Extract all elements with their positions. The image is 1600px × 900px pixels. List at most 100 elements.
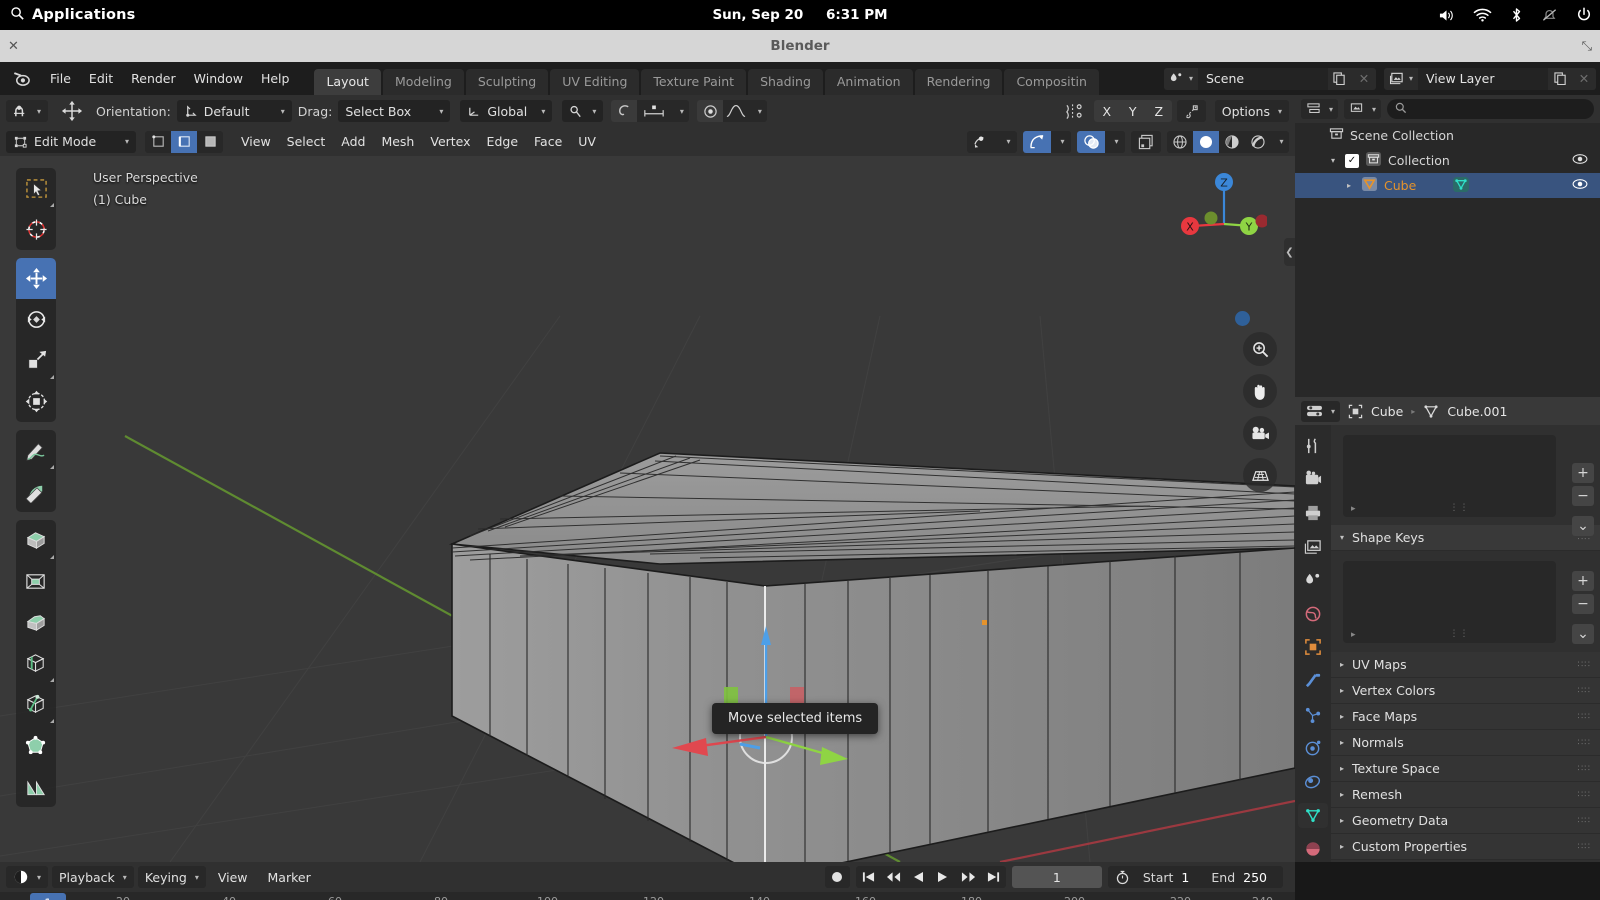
remove-view-layer-button[interactable]: ✕: [1572, 67, 1596, 90]
mirror-y-toggle[interactable]: Y: [1119, 100, 1146, 122]
viewport-menu-mesh[interactable]: Mesh: [373, 132, 422, 151]
list-grip-icon[interactable]: ⋮⋮: [1450, 503, 1470, 513]
scene-tab[interactable]: [1298, 567, 1328, 593]
rotate-tool[interactable]: [16, 299, 56, 340]
panel-grip-icon[interactable]: ∷∷: [1578, 738, 1591, 747]
workspace-tab-shading[interactable]: Shading: [748, 69, 823, 95]
toggle-perspective-icon[interactable]: [1243, 458, 1277, 492]
list-expand-icon[interactable]: ▸: [1351, 630, 1356, 640]
os-clock[interactable]: Sun, Sep 20 6:31 PM: [0, 7, 1600, 23]
panel-grip-icon[interactable]: ∷∷: [1578, 790, 1591, 799]
extrude-region-tool[interactable]: [16, 520, 56, 561]
auto-key-icon[interactable]: [1112, 870, 1133, 885]
disclosure-triangle-icon[interactable]: ▸: [1347, 181, 1351, 190]
material-preview-icon[interactable]: [1219, 131, 1245, 153]
volume-icon[interactable]: [1438, 8, 1455, 23]
loop-cut-tool[interactable]: [16, 643, 56, 684]
drag-dropdown[interactable]: Select Box ▾: [338, 100, 451, 122]
filter-icon[interactable]: ▾: [1344, 99, 1382, 119]
snap-to-icon[interactable]: [1023, 130, 1051, 153]
viewport-menu-add[interactable]: Add: [333, 132, 373, 151]
visibility-eye-icon[interactable]: [1572, 178, 1588, 193]
viewport-menu-edge[interactable]: Edge: [479, 132, 526, 151]
panel-grip-icon[interactable]: ∷∷: [1578, 686, 1591, 695]
select-box-tool[interactable]: [16, 168, 56, 209]
wireframe-shading-icon[interactable]: [1167, 131, 1193, 153]
disclosure-triangle-icon[interactable]: ▾: [1331, 156, 1335, 165]
shape-keys-listbox[interactable]: ▸ ⋮⋮: [1343, 561, 1556, 643]
pan-hand-icon[interactable]: [1243, 374, 1277, 408]
cursor-tool[interactable]: [16, 209, 56, 250]
timeline-editor-icon[interactable]: ▾: [6, 866, 49, 888]
constraints-tab[interactable]: [1298, 769, 1328, 795]
sidebar-expand-arrow[interactable]: ❮: [1284, 238, 1295, 266]
panel-normals[interactable]: ▸ Normals ∷∷: [1331, 730, 1600, 756]
particles-tab[interactable]: [1298, 702, 1328, 728]
chevron-down-icon[interactable]: ▾: [997, 131, 1017, 153]
camera-view-icon[interactable]: [1243, 416, 1277, 450]
menu-edit[interactable]: Edit: [80, 68, 122, 89]
power-icon[interactable]: [1576, 7, 1592, 23]
falloff-curve-icon[interactable]: [723, 100, 749, 122]
timeline-ruler[interactable]: 1 20 40 60 80 100 120 140 160 180 200 22…: [0, 892, 1295, 900]
mirror-x-toggle[interactable]: X: [1093, 100, 1120, 122]
list-grip-icon[interactable]: ⋮⋮: [1450, 629, 1470, 639]
window-maximize-button[interactable]: ⤡: [1582, 39, 1592, 54]
spin-tool[interactable]: [16, 766, 56, 807]
menu-file[interactable]: File: [41, 68, 80, 89]
vertex-select-icon[interactable]: [145, 131, 171, 153]
3d-viewport[interactable]: User Perspective (1) Cube Z X Y ❮ Move s…: [0, 156, 1295, 862]
snap-toggle-button[interactable]: ▾: [562, 100, 604, 122]
face-select-icon[interactable]: [197, 131, 223, 153]
view-layer-name-field[interactable]: View Layer: [1418, 67, 1548, 90]
proportional-edit-toggle[interactable]: [611, 100, 638, 122]
transform-gizmo-icon[interactable]: [54, 100, 90, 122]
navigation-gizmo[interactable]: Z X Y: [1181, 166, 1269, 268]
viewport-menu-select[interactable]: Select: [279, 132, 334, 151]
play-reverse-icon[interactable]: [906, 866, 931, 888]
vertex-group-specials-button[interactable]: ⌄: [1572, 516, 1594, 536]
chevron-down-icon[interactable]: ▾: [1105, 130, 1125, 153]
outliner-row-collection[interactable]: ▾ ✓ Collection: [1295, 148, 1600, 173]
list-expand-icon[interactable]: ▸: [1351, 504, 1356, 514]
outliner-row-scene-collection[interactable]: Scene Collection: [1295, 123, 1600, 148]
jump-start-icon[interactable]: [856, 866, 881, 888]
new-scene-button[interactable]: [1327, 67, 1352, 90]
add-shape-key-button[interactable]: +: [1572, 571, 1594, 591]
bevel-tool[interactable]: [16, 602, 56, 643]
object-tab[interactable]: [1298, 635, 1328, 661]
remove-shape-key-button[interactable]: −: [1572, 594, 1594, 614]
move-tool[interactable]: [16, 258, 56, 299]
mode-dropdown[interactable]: Edit Mode ▾: [6, 130, 136, 153]
panel-geometry-data[interactable]: ▸ Geometry Data ∷∷: [1331, 808, 1600, 834]
workspace-tab-uv-editing[interactable]: UV Editing: [550, 69, 640, 95]
rendered-shading-icon[interactable]: [1245, 131, 1271, 153]
render-tab[interactable]: [1298, 467, 1328, 493]
blender-logo-icon[interactable]: [12, 69, 31, 88]
edge-select-icon[interactable]: [171, 130, 197, 153]
workspace-tab-layout[interactable]: Layout: [314, 69, 381, 95]
physics-tab[interactable]: [1298, 735, 1328, 761]
viewport-menu-vertex[interactable]: Vertex: [422, 132, 478, 151]
wifi-icon[interactable]: [1473, 8, 1492, 22]
solid-shading-icon[interactable]: [1193, 130, 1219, 153]
workspace-tab-animation[interactable]: Animation: [824, 69, 913, 95]
annotate-tool[interactable]: [16, 430, 56, 471]
timeline-menu-keying[interactable]: Keying ▾: [137, 866, 206, 888]
panel-texture-space[interactable]: ▸ Texture Space ∷∷: [1331, 756, 1600, 782]
menu-help[interactable]: Help: [252, 68, 299, 89]
chevron-down-icon[interactable]: ▾: [1271, 131, 1289, 153]
vertex-groups-listbox[interactable]: ▸ ⋮⋮: [1343, 435, 1556, 517]
orientation-dropdown[interactable]: Default ▾: [176, 100, 292, 122]
data-tab[interactable]: [1298, 802, 1328, 829]
negative-z-gizmo-dot[interactable]: [1235, 311, 1250, 326]
output-tab[interactable]: [1298, 500, 1328, 526]
panel-grip-icon[interactable]: ∷∷: [1578, 764, 1591, 773]
unlink-scene-button[interactable]: ✕: [1351, 67, 1376, 90]
chevron-down-icon[interactable]: ▾: [671, 100, 689, 122]
timeline-menu-marker[interactable]: Marker: [260, 868, 319, 887]
viewport-menu-uv[interactable]: UV: [570, 132, 604, 151]
breadcrumb-mesh-data[interactable]: Cube.001: [1447, 404, 1507, 419]
outliner-display-icon[interactable]: ▾: [1301, 99, 1339, 119]
modifier-tab[interactable]: [1298, 668, 1328, 694]
